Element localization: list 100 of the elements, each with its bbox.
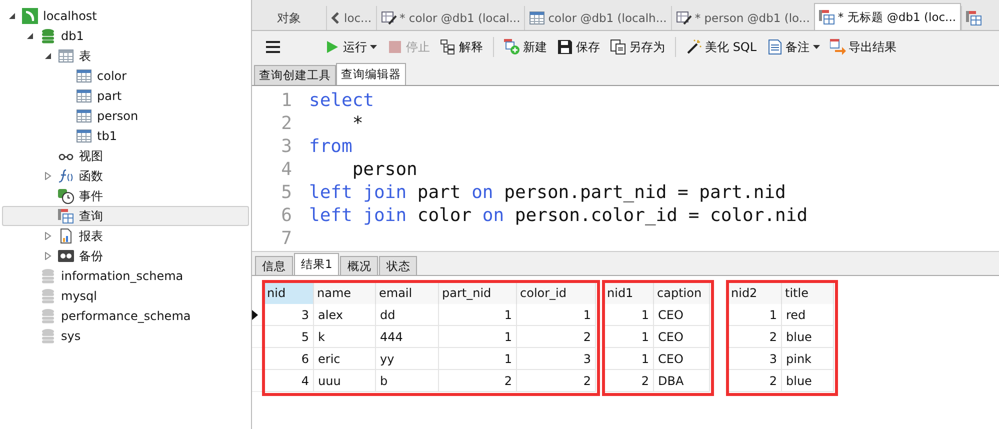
table-cell: 1 xyxy=(439,348,517,370)
column-header[interactable]: caption xyxy=(654,282,710,304)
table-cell: 444 xyxy=(376,326,439,348)
table-cell: 4 xyxy=(264,370,314,392)
table-cell: red xyxy=(782,304,834,326)
document-tab[interactable]: * 无标题 @db1 (loc... xyxy=(814,3,962,30)
tree-item[interactable]: 报表 xyxy=(2,226,249,246)
tree-item[interactable]: 表 xyxy=(2,46,249,66)
result-tab[interactable]: 结果1 xyxy=(294,253,340,275)
tree-item[interactable]: mysql xyxy=(2,286,249,306)
table-cell: eric xyxy=(314,348,376,370)
table-cell: 2 xyxy=(728,370,782,392)
line-number: 2 xyxy=(280,113,293,134)
table-icon xyxy=(76,128,92,144)
code-line: left join color on person.color_id = color.nid xyxy=(309,205,808,226)
toolbar-button[interactable]: 导出结果 xyxy=(828,36,899,58)
result-tab[interactable]: 状态 xyxy=(379,256,418,275)
collapsed-triangle-icon[interactable] xyxy=(44,252,52,260)
tree-item[interactable]: information_schema xyxy=(2,266,249,286)
table-cell: 2 xyxy=(728,326,782,348)
toolbar-button[interactable]: 美化 SQL xyxy=(684,36,759,58)
line-number: 4 xyxy=(280,159,293,180)
tree-item[interactable]: 事件 xyxy=(2,186,249,206)
document-tab[interactable]: * person @db1 (lo... xyxy=(670,6,814,30)
scroll-left-icon[interactable] xyxy=(331,12,339,24)
expanded-triangle-icon[interactable] xyxy=(26,32,34,40)
tree-item[interactable]: sys xyxy=(2,326,249,346)
column-header[interactable]: nid1 xyxy=(604,282,654,304)
tree-item[interactable]: performance_schema xyxy=(2,306,249,326)
tree-item[interactable]: 备份 xyxy=(2,246,249,266)
table-cell: k xyxy=(314,326,376,348)
line-number: 1 xyxy=(280,90,293,111)
code-line: * xyxy=(351,113,364,134)
code-line: from xyxy=(309,136,352,157)
tree-item[interactable]: color xyxy=(2,66,249,86)
table-cell: 2 xyxy=(517,326,596,348)
column-header[interactable]: nid xyxy=(264,282,314,304)
column-header[interactable]: title xyxy=(782,282,834,304)
caret-icon[interactable] xyxy=(370,45,377,49)
table-cell: CEO xyxy=(654,304,710,326)
toolbar-button[interactable]: 运行 xyxy=(322,36,379,58)
tree-item[interactable]: tb1 xyxy=(2,126,249,146)
collapsed-triangle-icon[interactable] xyxy=(44,232,52,240)
toolbar-button[interactable]: 备注 xyxy=(764,36,822,58)
line-number: 3 xyxy=(280,136,293,157)
tree-item[interactable]: 函数 xyxy=(2,166,249,186)
table-cell: blue xyxy=(782,370,834,392)
toolbar-button[interactable]: 另存为 xyxy=(608,36,667,58)
table-cell: 1 xyxy=(728,304,782,326)
column-header[interactable]: name xyxy=(314,282,376,304)
caret-icon[interactable] xyxy=(812,45,820,49)
result-tab[interactable]: 信息 xyxy=(255,256,293,275)
export-icon xyxy=(830,39,846,55)
tree-item[interactable]: 查询 xyxy=(2,206,249,226)
report-icon xyxy=(58,228,74,244)
table-cell: 1 xyxy=(604,326,654,348)
table-cell: 3 xyxy=(728,348,782,370)
database-icon xyxy=(40,268,56,284)
tree-item[interactable]: localhost xyxy=(2,6,249,26)
column-header[interactable]: nid2 xyxy=(728,282,782,304)
result-tab[interactable]: 概况 xyxy=(340,256,378,275)
table-cell: uuu xyxy=(314,370,376,392)
table-icon xyxy=(76,68,92,84)
collapsed-triangle-icon[interactable] xyxy=(44,172,52,180)
tree-item[interactable]: person xyxy=(2,106,249,126)
tree-item[interactable]: 视图 xyxy=(2,146,249,166)
code-line: select xyxy=(309,90,374,111)
table-cell: 1 xyxy=(439,326,517,348)
clock-icon xyxy=(58,188,74,204)
tape-icon xyxy=(58,248,74,264)
table-icon xyxy=(76,108,92,124)
column-header[interactable]: color_id xyxy=(517,282,596,304)
expanded-triangle-icon[interactable] xyxy=(44,52,52,60)
expanded-triangle-icon[interactable] xyxy=(8,12,16,20)
document-tab[interactable]: loc... xyxy=(326,6,376,30)
column-header[interactable]: email xyxy=(376,282,439,304)
database-icon xyxy=(40,288,56,304)
toolbar-button[interactable]: 新建 xyxy=(502,36,549,58)
tree-item[interactable]: part xyxy=(2,86,249,106)
editor-tab[interactable]: 查询编辑器 xyxy=(336,63,406,85)
column-header[interactable]: part_nid xyxy=(439,282,517,304)
pencil-table-icon xyxy=(380,10,397,26)
menu-icon[interactable] xyxy=(266,41,280,53)
stop-icon xyxy=(387,39,403,55)
editor-tab[interactable]: 查询创建工具 xyxy=(254,65,336,85)
document-tab[interactable]: color @db1 (localh... xyxy=(524,6,671,30)
explain-icon xyxy=(440,39,456,55)
table-cell: 6 xyxy=(264,348,314,370)
toolbar-button[interactable]: 解释 xyxy=(438,36,485,58)
table-cell: pink xyxy=(782,348,834,370)
table-cell: 2 xyxy=(439,370,517,392)
table-cell: 1 xyxy=(439,304,517,326)
function-icon xyxy=(58,168,74,184)
query-icon xyxy=(818,9,835,25)
objects-tab[interactable]: 对象 xyxy=(252,6,326,30)
tree-item[interactable]: db1 xyxy=(2,26,249,46)
table-cell: 3 xyxy=(264,304,314,326)
table-cell: 1 xyxy=(517,304,596,326)
toolbar-button[interactable]: 保存 xyxy=(555,36,602,58)
document-tab[interactable]: * color @db1 (local... xyxy=(376,6,524,30)
